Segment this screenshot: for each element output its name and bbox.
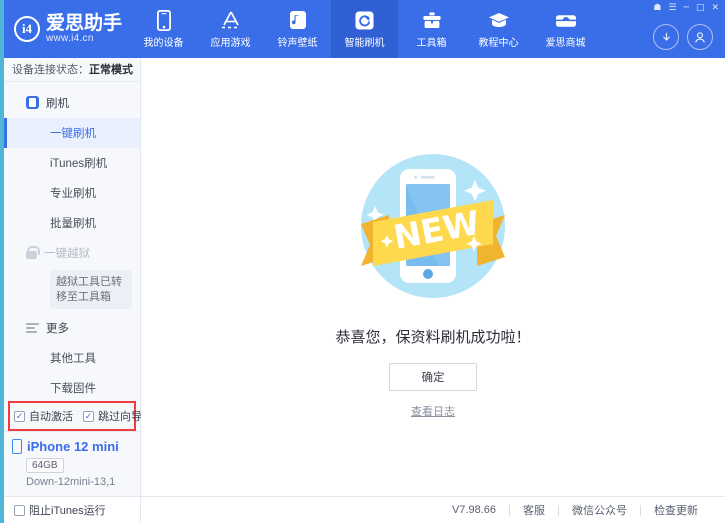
checkbox-auto-activate[interactable]: ✓ 自动激活: [14, 408, 73, 424]
app-header: i4 爱思助手 www.i4.cn 我的设备 应用游戏: [4, 0, 725, 58]
nav-label: 爱思商城: [546, 34, 586, 49]
minimize-icon[interactable]: ─: [684, 4, 689, 13]
device-identifier: Down-12mini-13,1: [26, 476, 140, 488]
brand-url: www.i4.cn: [46, 34, 122, 45]
sidebar-item-one-key-flash[interactable]: 一键刷机: [4, 118, 140, 148]
nav-label: 应用游戏: [211, 34, 251, 49]
nav-label: 智能刷机: [345, 34, 385, 49]
checkbox-label: 跳过向导: [98, 408, 142, 424]
nav-label: 我的设备: [144, 34, 184, 49]
nav-item-toolbox[interactable]: 工具箱: [398, 0, 465, 58]
sidebar: 设备连接状态： 正常模式 刷机 一键刷机 iTunes刷机 专业刷机: [4, 58, 141, 496]
maximize-icon[interactable]: □: [696, 4, 705, 13]
nav-item-smart-flash[interactable]: 智能刷机: [331, 0, 398, 58]
brand-logo[interactable]: i4 爱思助手 www.i4.cn: [4, 0, 130, 58]
check-update-link[interactable]: 检查更新: [641, 502, 711, 518]
sidebar-item-label: 其他工具: [50, 353, 96, 365]
view-log-link[interactable]: 查看日志: [411, 403, 455, 419]
status-bar-left: 阻止iTunes运行: [4, 497, 141, 523]
checkbox-box: ✓: [14, 411, 25, 422]
sidebar-item-label: 专业刷机: [50, 188, 96, 200]
version-label: V7.98.66: [439, 504, 509, 516]
sidebar-item-pro-flash[interactable]: 专业刷机: [4, 178, 140, 208]
sidebar-item-label: 一键刷机: [50, 128, 96, 140]
sidebar-item-download-firmware[interactable]: 下载固件: [4, 373, 140, 401]
jailbreak-moved-tooltip: 越狱工具已转移至工具箱: [50, 270, 132, 310]
nav-item-tutorial-center[interactable]: 教程中心: [465, 0, 532, 58]
checkbox-skip-wizard[interactable]: ✓ 跳过向导: [83, 408, 142, 424]
gift-icon[interactable]: ☗: [653, 4, 661, 13]
device-icon: [157, 9, 171, 31]
app-body: 设备连接状态： 正常模式 刷机 一键刷机 iTunes刷机 专业刷机: [4, 58, 725, 496]
checkbox-label: 自动激活: [29, 408, 73, 424]
app-window: i4 爱思助手 www.i4.cn 我的设备 应用游戏: [0, 0, 725, 523]
connection-status-value: 正常模式: [89, 61, 133, 77]
device-capacity-badge: 64GB: [26, 458, 64, 473]
music-icon: [289, 9, 307, 31]
success-message: 恭喜您，保资料刷机成功啦！: [335, 326, 530, 347]
sidebar-section-label: 一键越狱: [44, 245, 90, 261]
brand-name: 爱思助手: [46, 14, 122, 34]
connected-device-info[interactable]: iPhone 12 mini 64GB Down-12mini-13,1: [4, 431, 140, 496]
window-controls: ☗ ☰ ─ □ ✕: [653, 4, 719, 13]
sidebar-item-label: 下载固件: [50, 383, 96, 395]
flash-refresh-icon: [355, 9, 374, 31]
nav-label: 工具箱: [417, 34, 447, 49]
device-name: iPhone 12 mini: [27, 439, 119, 454]
download-icon[interactable]: [653, 24, 679, 50]
close-icon[interactable]: ✕: [711, 4, 719, 13]
sidebar-section-more[interactable]: 更多: [4, 313, 140, 343]
new-badge-phone-illustration: NEW: [343, 136, 523, 316]
appstore-icon: [220, 9, 242, 31]
sidebar-item-label: iTunes刷机: [50, 158, 107, 170]
flash-options-group: ✓ 自动激活 ✓ 跳过向导: [8, 401, 136, 431]
sidebar-section-label: 刷机: [46, 95, 69, 111]
nav-item-ringtones-wallpaper[interactable]: 铃声壁纸: [264, 0, 331, 58]
nav-item-apps-games[interactable]: 应用游戏: [197, 0, 264, 58]
sidebar-section-jailbreak: 一键越狱: [4, 238, 140, 268]
header-actions: [653, 24, 713, 50]
account-icon[interactable]: [687, 24, 713, 50]
nav-label: 铃声壁纸: [278, 34, 318, 49]
main-content: NEW 恭喜您，保资料刷机成功啦！ 确定 查看日志: [141, 58, 725, 496]
shop-icon: [555, 9, 577, 31]
checkbox-box: [14, 505, 25, 516]
sidebar-item-label: 批量刷机: [50, 218, 96, 230]
main-nav: 我的设备 应用游戏 铃声壁纸 智能刷机: [130, 0, 725, 58]
toolbox-icon: [422, 9, 442, 31]
lock-icon: [26, 246, 37, 259]
menu-icon[interactable]: ☰: [668, 4, 676, 13]
connection-status: 设备连接状态： 正常模式: [4, 58, 140, 82]
nav-label: 教程中心: [479, 34, 519, 49]
checkbox-block-itunes[interactable]: 阻止iTunes运行: [14, 502, 106, 518]
checkbox-label: 阻止iTunes运行: [29, 502, 106, 518]
sidebar-item-batch-flash[interactable]: 批量刷机: [4, 208, 140, 238]
sidebar-item-other-tools[interactable]: 其他工具: [4, 343, 140, 373]
sidebar-section-label: 更多: [46, 320, 69, 336]
list-icon: [26, 323, 39, 334]
checkbox-box: ✓: [83, 411, 94, 422]
sidebar-section-flash[interactable]: 刷机: [4, 88, 140, 118]
connection-status-label: 设备连接状态：: [12, 61, 89, 77]
customer-service-link[interactable]: 客服: [510, 502, 558, 518]
graduation-icon: [488, 9, 510, 31]
status-bar: 阻止iTunes运行 V7.98.66 客服 微信公众号 检查更新: [4, 496, 725, 523]
nav-item-my-device[interactable]: 我的设备: [130, 0, 197, 58]
logo-mark-icon: i4: [14, 16, 40, 42]
sidebar-item-itunes-flash[interactable]: iTunes刷机: [4, 148, 140, 178]
phone-flash-icon: [26, 96, 39, 109]
wechat-official-link[interactable]: 微信公众号: [559, 502, 640, 518]
confirm-button[interactable]: 确定: [389, 363, 477, 391]
nav-item-shop[interactable]: 爱思商城: [532, 0, 599, 58]
device-icon: [12, 439, 22, 454]
sidebar-tree: 刷机 一键刷机 iTunes刷机 专业刷机 批量刷机 一键越狱: [4, 82, 140, 401]
status-bar-right: V7.98.66 客服 微信公众号 检查更新: [141, 502, 725, 518]
